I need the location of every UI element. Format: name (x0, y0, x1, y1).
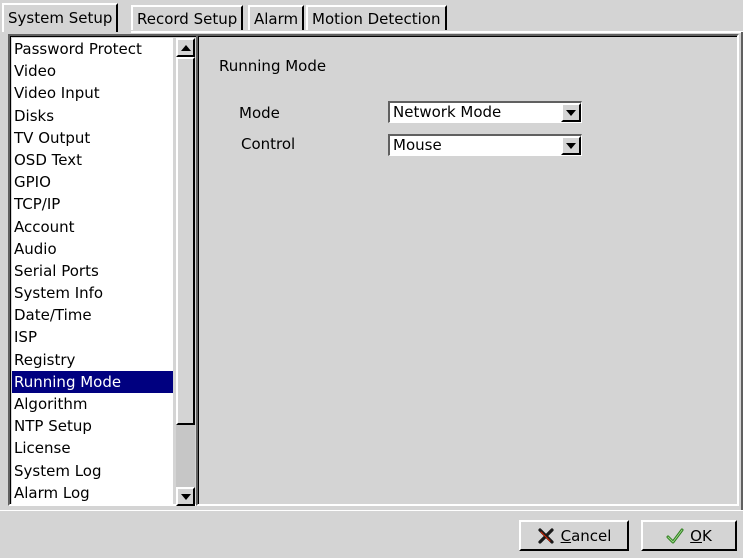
list-item-running-mode[interactable]: Running Mode (12, 370, 173, 393)
list-item-video-input[interactable]: Video Input (12, 82, 173, 104)
list-item-ntp-setup[interactable]: NTP Setup (12, 415, 173, 437)
list-item-tv-output[interactable]: TV Output (12, 127, 173, 149)
cancel-label: Cancel (560, 526, 612, 545)
list-item-license[interactable]: License (12, 437, 173, 459)
tab-alarm[interactable]: Alarm (248, 5, 305, 30)
list-item-system-log[interactable]: System Log (12, 460, 173, 482)
ok-label: OK (690, 526, 712, 545)
control-value: Mouse (393, 136, 442, 154)
category-listbox[interactable]: Password Protect Video Video Input Disks… (12, 38, 173, 506)
button-bar-divider (0, 510, 743, 511)
tab-record-setup[interactable]: Record Setup (131, 5, 244, 30)
check-icon (666, 528, 684, 543)
mode-label: Mode (239, 104, 280, 122)
cancel-button[interactable]: Cancel (519, 520, 629, 551)
list-item-osd-text[interactable]: OSD Text (12, 149, 173, 171)
list-item-registry[interactable]: Registry (12, 349, 173, 371)
list-item-serial-ports[interactable]: Serial Ports (12, 260, 173, 282)
ok-button[interactable]: OK (641, 520, 737, 551)
scroll-down-button[interactable] (176, 487, 195, 506)
settings-panel: Password Protect Video Video Input Disks… (2, 32, 743, 510)
chevron-down-icon (566, 142, 576, 149)
tab-motion-detection[interactable]: Motion Detection (306, 5, 447, 30)
list-item-algorithm[interactable]: Algorithm (12, 393, 173, 415)
mode-select[interactable]: Network Mode (388, 101, 582, 123)
tab-bar: System Setup Record Setup Alarm Motion D… (0, 0, 743, 33)
list-item-system-info[interactable]: System Info (12, 282, 173, 304)
list-scrollbar[interactable] (176, 38, 195, 506)
list-item-video[interactable]: Video (12, 60, 173, 82)
chevron-down-icon (566, 109, 576, 116)
list-item-isp[interactable]: ISP (12, 326, 173, 348)
list-item-alarm-log[interactable]: Alarm Log (12, 482, 173, 504)
list-item-account[interactable]: Account (12, 216, 173, 238)
arrow-down-icon (180, 493, 191, 500)
list-item-password-protect[interactable]: Password Protect (12, 38, 173, 60)
control-label: Control (241, 135, 296, 153)
section-title: Running Mode (219, 57, 327, 75)
list-item-gpio[interactable]: GPIO (12, 171, 173, 193)
x-icon (537, 527, 554, 544)
list-item-disks[interactable]: Disks (12, 105, 173, 127)
mode-dropdown-button[interactable] (561, 103, 581, 122)
scrollbar-thumb[interactable] (176, 57, 195, 425)
control-dropdown-button[interactable] (561, 136, 581, 155)
content-area: Running Mode Mode Network Mode Control M… (196, 34, 739, 506)
mode-value: Network Mode (393, 103, 502, 121)
control-select[interactable]: Mouse (388, 134, 582, 156)
category-list: Password Protect Video Video Input Disks… (8, 34, 198, 506)
arrow-up-icon (180, 44, 191, 51)
list-item-date-time[interactable]: Date/Time (12, 304, 173, 326)
tab-system-setup[interactable]: System Setup (2, 3, 119, 32)
scroll-up-button[interactable] (176, 38, 195, 57)
list-item-audio[interactable]: Audio (12, 238, 173, 260)
list-item-tcp-ip[interactable]: TCP/IP (12, 193, 173, 215)
